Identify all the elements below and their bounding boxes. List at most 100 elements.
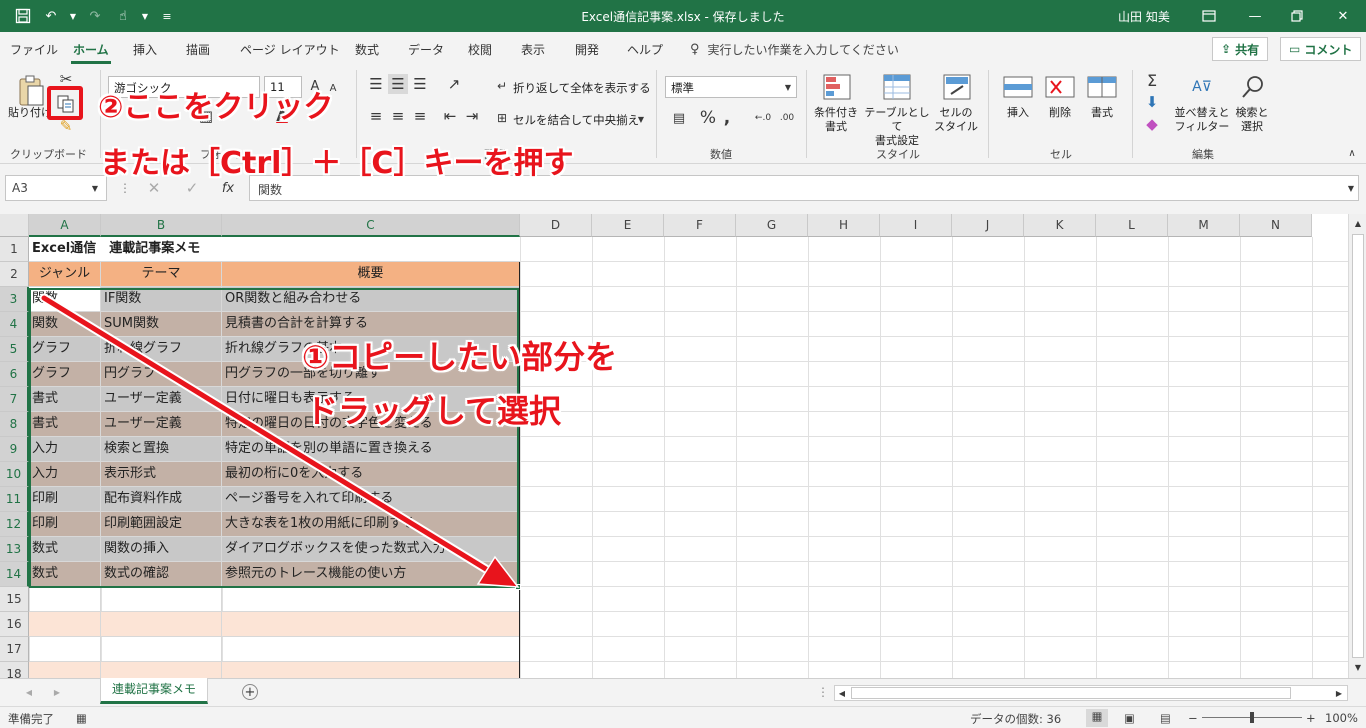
currency-icon[interactable]: ▤ <box>666 108 692 128</box>
column-header-l[interactable]: L <box>1096 214 1168 237</box>
collapse-ribbon-icon[interactable]: ∧ <box>1344 146 1360 160</box>
table-cell[interactable]: ユーザー定義 <box>101 412 222 437</box>
format-as-table-button[interactable]: テーブルとして 書式設定 <box>864 106 930 148</box>
normal-view-icon[interactable]: ▦ <box>1086 709 1108 727</box>
delete-cells-icon[interactable] <box>1044 72 1076 102</box>
table-cell[interactable]: 数式 <box>29 537 101 562</box>
table-cell[interactable]: OR関数と組み合わせる <box>222 287 520 312</box>
column-header-h[interactable]: H <box>808 214 880 237</box>
comma-style-icon[interactable]: , <box>720 108 734 128</box>
merge-center-button[interactable]: セルを結合して中央揃え <box>513 112 639 128</box>
horizontal-scrollbar[interactable]: ◀ ▶ <box>834 685 1348 701</box>
increase-decimal-icon[interactable]: ←.0 <box>752 108 774 128</box>
empty-cell[interactable] <box>29 662 101 678</box>
fill-handle[interactable] <box>515 584 521 590</box>
top-align-icon[interactable]: ☰ <box>366 74 386 94</box>
tell-me-box[interactable]: ♀ 実行したい作業を入力してください <box>690 41 899 58</box>
row-header-11[interactable]: 11 <box>0 487 29 512</box>
right-align-icon[interactable]: ≡ <box>410 106 430 126</box>
row-header-10[interactable]: 10 <box>0 462 29 487</box>
scroll-right-icon[interactable]: ▶ <box>1333 686 1345 700</box>
tab-draw[interactable]: 描画 <box>186 41 210 58</box>
conditional-format-icon[interactable] <box>822 72 852 102</box>
restore-icon[interactable] <box>1274 0 1320 32</box>
tab-home[interactable]: ホーム <box>71 41 111 64</box>
clear-icon[interactable]: ◆ <box>1142 114 1162 134</box>
table-cell[interactable]: 数式 <box>29 562 101 587</box>
table-cell[interactable]: 検索と置換 <box>101 437 222 462</box>
fill-icon[interactable]: ⬇ <box>1142 92 1162 112</box>
row-header-9[interactable]: 9 <box>0 437 29 462</box>
sort-filter-icon[interactable]: A⊽ <box>1186 72 1218 102</box>
worksheet-grid[interactable]: ABCDEFGHIJKLMN 1 2 3 4 5 6 7 8 9 10 11 12 13 14 15 16 17… <box>0 214 1348 678</box>
select-all-corner[interactable] <box>0 214 29 237</box>
zoom-level[interactable]: 100% <box>1325 711 1358 725</box>
prev-sheet-icon[interactable]: ◀ <box>22 685 36 699</box>
tab-page-layout[interactable]: ページ レイアウト <box>240 41 340 58</box>
table-cell[interactable]: 書式 <box>29 412 101 437</box>
column-header-j[interactable]: J <box>952 214 1024 237</box>
empty-cell[interactable] <box>222 662 520 678</box>
column-header-e[interactable]: E <box>592 214 664 237</box>
orientation-icon[interactable]: ↗ <box>442 74 466 94</box>
tab-file[interactable]: ファイル <box>10 41 58 58</box>
row-header-16[interactable]: 16 <box>0 612 29 637</box>
row-header-2[interactable]: 2 <box>0 262 29 287</box>
delete-cells-button[interactable]: 削除 <box>1042 106 1078 120</box>
page-break-view-icon[interactable]: ▤ <box>1160 711 1171 725</box>
cell-styles-button[interactable]: セルの スタイル <box>930 106 982 134</box>
header-cell[interactable]: ジャンル <box>29 262 101 287</box>
scroll-up-icon[interactable]: ▲ <box>1351 216 1365 230</box>
table-cell[interactable]: 円グラフ <box>101 362 222 387</box>
user-name[interactable]: 山田 知美 <box>1118 8 1170 25</box>
increase-indent-icon[interactable]: ⇥ <box>462 106 482 126</box>
table-cell[interactable]: グラフ <box>29 337 101 362</box>
row-header-8[interactable]: 8 <box>0 412 29 437</box>
column-header-a[interactable]: A <box>29 214 101 237</box>
minimize-icon[interactable]: — <box>1232 0 1278 32</box>
close-icon[interactable]: ✕ <box>1320 0 1366 32</box>
chevron-down-icon[interactable]: ▼ <box>88 180 102 196</box>
empty-cell[interactable] <box>101 637 222 662</box>
more-options-icon[interactable]: ⋮ <box>817 684 829 700</box>
empty-cell[interactable] <box>29 587 101 612</box>
empty-cell[interactable] <box>101 587 222 612</box>
row-header-15[interactable]: 15 <box>0 587 29 612</box>
tab-review[interactable]: 校閲 <box>468 41 492 58</box>
middle-align-icon[interactable]: ☰ <box>388 74 408 94</box>
table-cell[interactable]: 書式 <box>29 387 101 412</box>
copy-button-highlight[interactable] <box>47 86 83 120</box>
tab-help[interactable]: ヘルプ <box>627 41 663 58</box>
column-header-c[interactable]: C <box>222 214 520 237</box>
tab-view[interactable]: 表示 <box>521 41 545 58</box>
macro-record-icon[interactable]: ▦ <box>76 711 87 725</box>
copy-icon[interactable] <box>54 92 78 116</box>
zoom-out-icon[interactable]: − <box>1188 711 1198 725</box>
tab-insert[interactable]: 挿入 <box>133 41 157 58</box>
scroll-down-icon[interactable]: ▼ <box>1351 660 1365 674</box>
table-cell[interactable]: 印刷範囲設定 <box>101 512 222 537</box>
table-cell[interactable]: 特定の単語を別の単語に置き換える <box>222 437 520 462</box>
table-cell[interactable]: グラフ <box>29 362 101 387</box>
format-cells-button[interactable]: 書式 <box>1084 106 1120 120</box>
table-cell[interactable]: SUM関数 <box>101 312 222 337</box>
table-cell[interactable]: 最初の桁に0を入力する <box>222 462 520 487</box>
table-cell[interactable]: 数式の確認 <box>101 562 222 587</box>
wrap-text-button[interactable]: 折り返して全体を表示する <box>513 80 651 96</box>
find-select-icon[interactable] <box>1238 72 1268 102</box>
row-header-12[interactable]: 12 <box>0 512 29 537</box>
scroll-left-icon[interactable]: ◀ <box>836 686 848 700</box>
empty-cell[interactable] <box>222 612 520 637</box>
tab-developer[interactable]: 開発 <box>575 41 599 58</box>
column-header-k[interactable]: K <box>1024 214 1096 237</box>
row-header-13[interactable]: 13 <box>0 537 29 562</box>
scroll-thumb[interactable] <box>851 687 1291 699</box>
empty-cell[interactable] <box>222 637 520 662</box>
table-cell[interactable]: 関数 <box>29 287 101 312</box>
chevron-down-icon[interactable]: ▼ <box>1344 180 1358 196</box>
share-button[interactable]: ⇪ 共有 <box>1212 37 1269 61</box>
empty-cell[interactable] <box>101 612 222 637</box>
next-sheet-icon[interactable]: ▶ <box>50 685 64 699</box>
table-cell[interactable]: 折れ線グラフ <box>101 337 222 362</box>
column-header-g[interactable]: G <box>736 214 808 237</box>
